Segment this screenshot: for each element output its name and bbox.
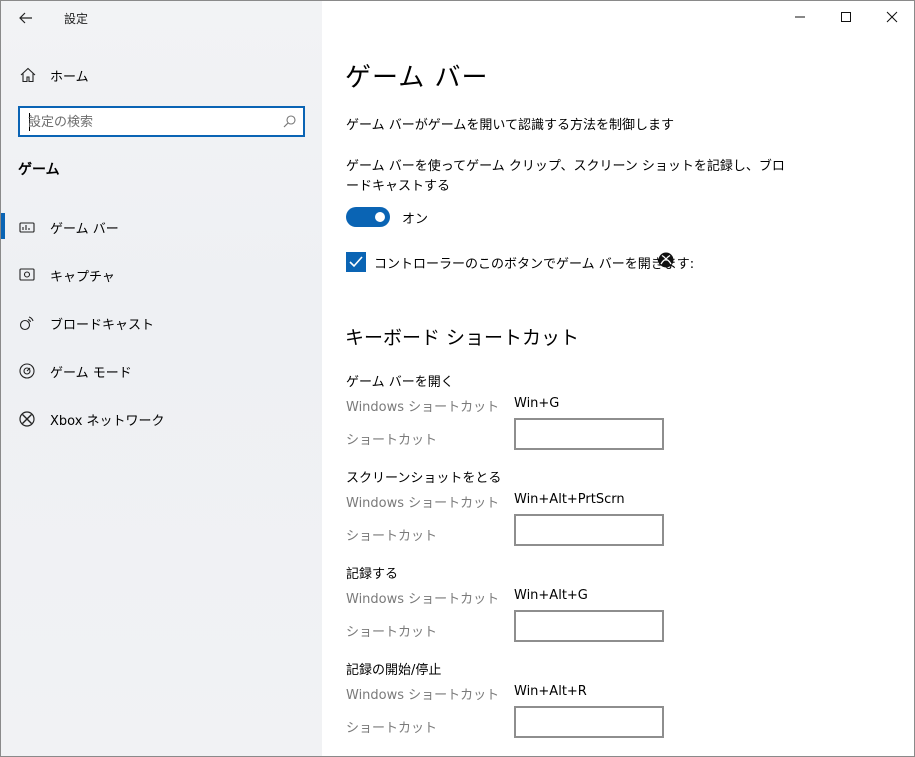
sidebar-item-label: ホーム [50,70,89,85]
keyboard-shortcuts-title: キーボード ショートカット [345,327,580,349]
checkbox-label: コントローラーのこのボタンでゲーム バーを開きます: [374,257,695,272]
windows-shortcut-value: Win+Alt+R [514,684,587,699]
toggle-description: ゲーム バーを使ってゲーム クリップ、スクリーン ショットを記録し、ブロードキャ… [346,159,785,194]
shortcut-group-screenshot: スクリーンショットをとる Windows ショートカット Win+Alt+Prt… [346,467,906,563]
controller-button-checkbox[interactable] [346,252,366,272]
sidebar-item-xbox-network[interactable]: Xbox ネットワーク [1,402,322,436]
custom-shortcut-label: ショートカット [346,721,438,736]
search-icon[interactable] [282,114,297,129]
page-title: ゲーム バー [345,63,489,93]
back-button[interactable] [13,7,39,29]
home-icon [20,67,36,83]
page-description: ゲーム バーがゲームを開いて認識する方法を制御します [346,118,674,133]
windows-shortcut-label: Windows ショートカット [346,688,500,703]
sidebar-item-label: ゲーム モード [50,366,132,381]
xbox-button-icon [658,252,674,268]
shortcut-title: ゲーム バーを開く [346,375,454,390]
sidebar: 設定 ホーム ゲーム ゲーム バー [1,1,322,756]
shortcut-title: スクリーンショットをとる [346,471,502,486]
sidebar-item-game-bar[interactable]: ゲーム バー [1,210,322,244]
sidebar-item-label: ブロードキャスト [50,318,155,333]
sidebar-item-label: ゲーム バー [50,222,119,237]
custom-shortcut-input[interactable] [514,418,664,450]
sidebar-item-label: キャプチャ [50,270,115,285]
shortcut-title: 記録の開始/停止 [346,663,442,678]
shortcut-group-record-that: 記録する Windows ショートカット Win+Alt+G ショートカット [346,563,906,659]
app-title: 設定 [64,12,89,26]
windows-shortcut-value: Win+G [514,396,560,411]
sidebar-item-home[interactable]: ホーム [1,59,322,91]
game-bar-toggle[interactable] [346,207,390,227]
section-heading: ゲーム [18,162,60,178]
sidebar-item-broadcast[interactable]: ブロードキャスト [1,306,322,340]
game-bar-icon [19,222,35,233]
sidebar-item-label: Xbox ネットワーク [50,414,165,429]
xbox-icon [19,411,35,427]
windows-shortcut-value: Win+Alt+G [514,588,588,603]
custom-shortcut-input[interactable] [514,706,664,738]
checkmark-icon [349,256,363,268]
windows-shortcut-value: Win+Alt+PrtScrn [514,492,625,507]
toggle-knob [375,212,385,222]
search-box[interactable] [18,106,305,137]
custom-shortcut-input[interactable] [514,514,664,546]
custom-shortcut-label: ショートカット [346,529,438,544]
capture-icon [19,268,35,281]
shortcut-group-start-stop-recording: 記録の開始/停止 Windows ショートカット Win+Alt+R ショートカ… [346,659,906,755]
custom-shortcut-input[interactable] [514,610,664,642]
shortcut-group-open-game-bar: ゲーム バーを開く Windows ショートカット Win+G ショートカット [346,371,906,467]
custom-shortcut-label: ショートカット [346,625,438,640]
search-input[interactable] [28,112,268,132]
settings-window: 設定 ホーム ゲーム ゲーム バー [0,0,915,757]
broadcast-icon [19,316,34,331]
back-arrow-icon [19,12,32,24]
windows-shortcut-label: Windows ショートカット [346,400,500,415]
shortcut-title: 記録する [346,567,399,582]
custom-shortcut-label: ショートカット [346,433,438,448]
windows-shortcut-label: Windows ショートカット [346,592,500,607]
toggle-state-label: オン [402,212,429,227]
active-indicator [1,213,5,239]
game-mode-icon [19,363,35,379]
windows-shortcut-label: Windows ショートカット [346,496,500,511]
main-content: ゲーム バー ゲーム バーがゲームを開いて認識する方法を制御します ゲーム バー… [322,1,914,756]
sidebar-item-capture[interactable]: キャプチャ [1,258,322,292]
sidebar-item-game-mode[interactable]: ゲーム モード [1,354,322,388]
